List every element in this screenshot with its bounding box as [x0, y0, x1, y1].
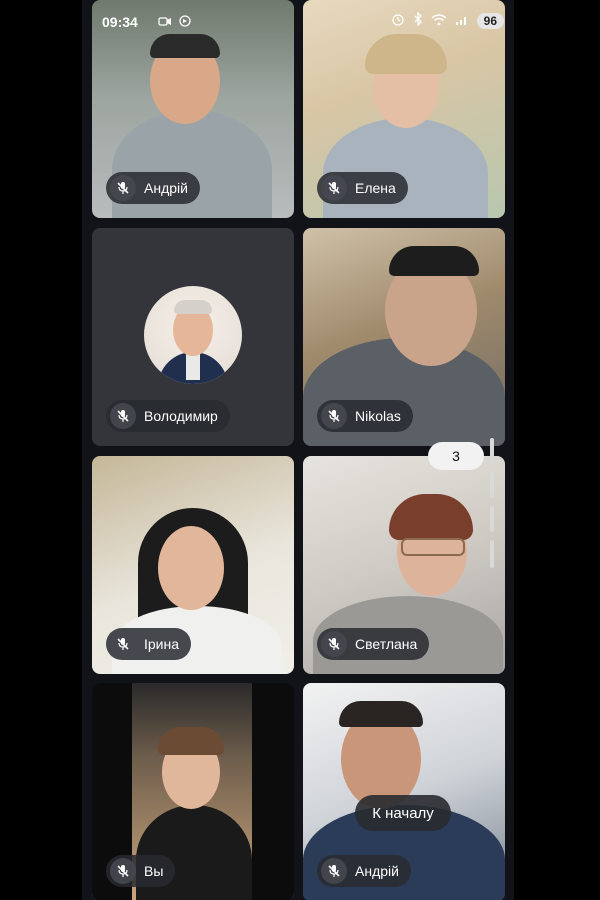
battery-level: 96 — [476, 12, 504, 29]
status-time: 09:34 — [102, 14, 138, 30]
status-icons-left — [158, 14, 192, 30]
mic-off-icon — [110, 631, 136, 657]
participant-tile[interactable]: Андрій — [303, 683, 505, 900]
participant-name: Володимир — [144, 408, 218, 424]
page-indicator: 3 — [428, 442, 484, 470]
mic-off-icon — [110, 175, 136, 201]
scroll-to-top-button[interactable]: К началу — [355, 795, 451, 831]
status-icons-right: 96 — [391, 11, 504, 29]
participant-label: Вы — [106, 855, 176, 887]
mic-off-icon — [321, 858, 347, 884]
camera-icon — [158, 14, 172, 30]
participant-name: Nikolas — [355, 408, 401, 424]
alarm-icon — [391, 12, 405, 29]
status-bar: 09:34 96 — [82, 0, 514, 44]
participant-label: Светлана — [317, 628, 430, 660]
mic-off-icon — [321, 631, 347, 657]
mic-off-icon — [321, 175, 347, 201]
participant-label: Елена — [317, 172, 408, 204]
participant-label: Nikolas — [317, 400, 413, 432]
scrollbar[interactable] — [490, 438, 494, 570]
participant-tile[interactable]: Володимир — [92, 228, 294, 446]
participant-label: Андрій — [106, 172, 200, 204]
participant-name: Ірина — [144, 636, 180, 652]
participant-tile[interactable]: Вы — [92, 683, 294, 900]
participant-name: Вы — [144, 863, 164, 879]
participant-name: Светлана — [355, 636, 418, 652]
participant-label: Володимир — [106, 400, 230, 432]
participant-label: Ірина — [106, 628, 192, 660]
participant-tile[interactable]: Светлана — [303, 456, 505, 674]
mic-off-icon — [110, 858, 136, 884]
mic-off-icon — [321, 403, 347, 429]
participant-tile[interactable]: Nikolas — [303, 228, 505, 446]
mic-off-icon — [110, 403, 136, 429]
signal-icon — [455, 13, 469, 29]
participant-name: Андрій — [355, 863, 399, 879]
bluetooth-icon — [413, 11, 423, 29]
wifi-icon — [431, 13, 447, 29]
participant-tile[interactable]: Ірина — [92, 456, 294, 674]
participant-name: Андрій — [144, 180, 188, 196]
video-call-screen: Андрій Елена Володимир Nikolas Ірина Све… — [82, 0, 514, 900]
avatar — [144, 286, 242, 384]
participant-label: Андрій — [317, 855, 411, 887]
cast-icon — [178, 14, 192, 30]
participant-name: Елена — [355, 180, 396, 196]
